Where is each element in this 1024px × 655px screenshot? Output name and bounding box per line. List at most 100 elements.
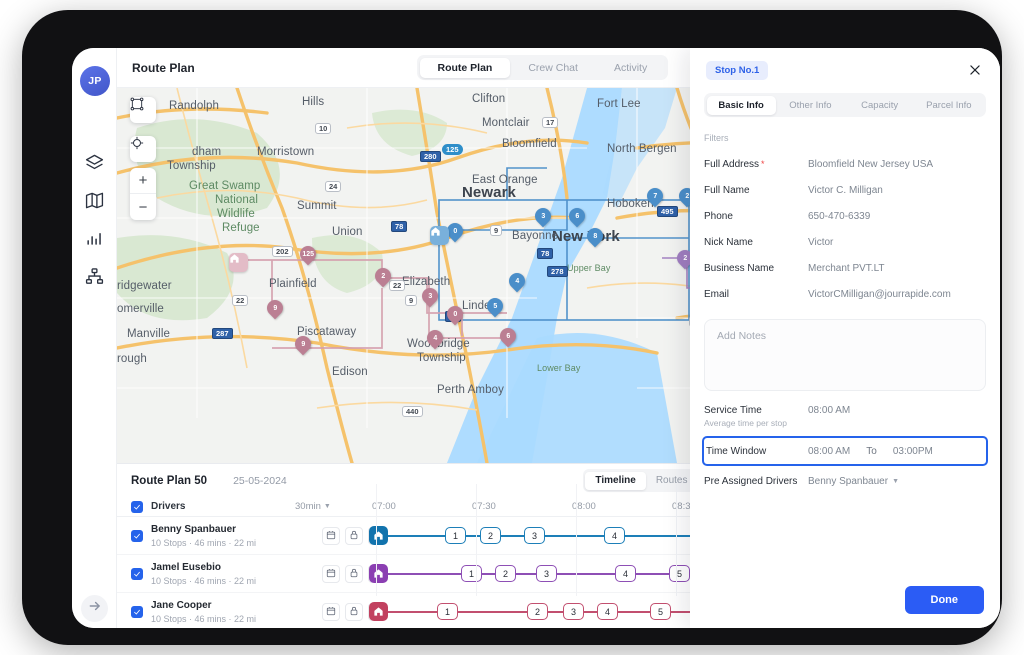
calendar-button[interactable] — [322, 603, 340, 621]
field-row: Full Address*Bloomfield New Jersey USA — [704, 151, 986, 177]
stop-fields: Full Address*Bloomfield New Jersey USAFu… — [704, 151, 986, 307]
select-all-drivers-checkbox[interactable] — [131, 501, 143, 513]
avatar[interactable]: JP — [80, 66, 110, 96]
sidebar-item-analytics[interactable] — [83, 229, 106, 252]
field-value[interactable]: Victor C. Milligan — [808, 185, 883, 196]
route-stop-badge[interactable]: 4 — [604, 527, 625, 544]
field-label-text: Nick Name — [704, 237, 753, 248]
polygon-select-button[interactable] — [130, 97, 156, 123]
home-icon — [373, 530, 384, 541]
service-time-row: Service Time Average time per stop 08:00… — [704, 405, 986, 428]
calendar-button[interactable] — [322, 527, 340, 545]
pre-assigned-drivers-select[interactable]: Benny Spanbauer ▼ — [808, 476, 899, 487]
route-stop-badge[interactable]: 4 — [597, 603, 618, 620]
route-stop-badge[interactable]: 5 — [650, 603, 671, 620]
notes-input[interactable]: Add Notes — [704, 319, 986, 391]
map-stop-pin-number: 2 — [683, 255, 687, 262]
tab-basic-info[interactable]: Basic Info — [707, 96, 776, 115]
field-value[interactable]: 650-470-6339 — [808, 211, 870, 222]
field-value[interactable]: Bloomfield New Jersey USA — [808, 159, 933, 170]
map-stop-pin-number: 3 — [541, 213, 545, 220]
driver-meta: 10 Stops · 46 mins · 22 mi — [151, 614, 256, 624]
locate-button[interactable] — [130, 136, 156, 162]
highway-shield: 10 — [315, 123, 331, 134]
route-home-marker[interactable] — [369, 564, 388, 583]
lock-button[interactable] — [345, 603, 363, 621]
field-label: Nick Name — [704, 237, 808, 248]
arrow-right-icon — [88, 599, 102, 618]
highway-shield: 440 — [402, 406, 423, 417]
pre-assigned-drivers-value: Benny Spanbauer — [808, 476, 888, 487]
field-label-text: Business Name — [704, 263, 774, 274]
field-value[interactable]: Merchant PVT.LT — [808, 263, 885, 274]
highway-shield: 202 — [272, 246, 293, 257]
map-home-marker-crimson[interactable] — [229, 253, 248, 272]
done-button[interactable]: Done — [905, 586, 985, 614]
highway-shield: 22 — [232, 295, 248, 306]
driver-checkbox[interactable] — [131, 568, 143, 580]
home-icon — [373, 606, 384, 617]
highway-shield: 9 — [405, 295, 417, 306]
route-stop-badge[interactable]: 2 — [527, 603, 548, 620]
layers-icon — [85, 153, 104, 177]
route-stop-badge[interactable]: 2 — [480, 527, 501, 544]
tab-crew-chat[interactable]: Crew Chat — [510, 58, 596, 78]
route-stop-badge[interactable]: 4 — [615, 565, 636, 582]
detail-panel-tabs: Basic InfoOther InfoCapacityParcel Info — [704, 93, 986, 117]
interval-select[interactable]: 30min ▼ — [295, 501, 331, 512]
field-value[interactable]: Victor — [808, 237, 833, 248]
zoom-controls: + − — [130, 168, 156, 220]
sidebar-item-layers[interactable] — [83, 153, 106, 176]
tab-activity[interactable]: Activity — [596, 58, 665, 78]
field-label: Full Address* — [704, 159, 808, 170]
close-button[interactable] — [968, 63, 984, 79]
route-stop-badge[interactable]: 1 — [437, 603, 458, 620]
time-window-row[interactable]: Time Window 08:00 AM To 03:00PM — [702, 436, 988, 466]
tab-parcel-info[interactable]: Parcel Info — [914, 96, 983, 115]
top-tabs: Route PlanCrew ChatActivity — [417, 55, 668, 80]
detail-panel-footer: Done — [690, 572, 1000, 628]
driver-checkbox[interactable] — [131, 606, 143, 618]
time-window-to[interactable]: 03:00PM — [893, 446, 933, 457]
map-stop-pin-number: 2 — [381, 273, 385, 280]
route-stop-badge[interactable]: 3 — [536, 565, 557, 582]
highway-shield: 280 — [420, 151, 441, 162]
sidebar-item-hierarchy[interactable] — [83, 267, 106, 290]
field-label-text: Email — [704, 289, 729, 300]
timeline-toggle-timeline[interactable]: Timeline — [585, 472, 645, 490]
calendar-button[interactable] — [322, 565, 340, 583]
route-home-marker[interactable] — [369, 602, 388, 621]
time-window-from[interactable]: 08:00 AM — [808, 446, 850, 457]
route-stop-badge[interactable]: 1 — [461, 565, 482, 582]
sidebar-item-map[interactable] — [83, 191, 106, 214]
zoom-out-button[interactable]: − — [130, 194, 156, 220]
map-home-marker-blue[interactable] — [430, 226, 449, 245]
close-icon — [968, 64, 982, 81]
lock-icon — [349, 603, 359, 621]
calendar-icon — [326, 603, 336, 621]
tab-capacity[interactable]: Capacity — [845, 96, 914, 115]
route-stop-badge[interactable]: 1 — [445, 527, 466, 544]
tab-route-plan[interactable]: Route Plan — [420, 58, 511, 78]
timeline-view-toggle: TimelineRoutes — [583, 469, 700, 492]
route-stop-badge[interactable]: 5 — [669, 565, 690, 582]
highway-shield: 125 — [442, 144, 463, 155]
service-time-value[interactable]: 08:00 AM — [808, 405, 850, 416]
lock-button[interactable] — [345, 565, 363, 583]
driver-checkbox[interactable] — [131, 530, 143, 542]
route-home-marker[interactable] — [369, 526, 388, 545]
map-icon — [85, 191, 104, 215]
zoom-in-button[interactable]: + — [130, 168, 156, 194]
map-stop-pin-number: 6 — [506, 333, 510, 340]
lock-button[interactable] — [345, 527, 363, 545]
field-value[interactable]: VictorCMilligan@jourrapide.com — [808, 289, 951, 300]
driver-meta: 10 Stops · 46 mins · 22 mi — [151, 538, 256, 548]
route-stop-badge[interactable]: 3 — [563, 603, 584, 620]
route-stop-badge[interactable]: 2 — [495, 565, 516, 582]
time-window-to-label: To — [866, 446, 877, 457]
sidebar-expand-button[interactable] — [81, 595, 108, 622]
route-stop-badge[interactable]: 3 — [524, 527, 545, 544]
detail-panel-body: Filters Full Address*Bloomfield New Jers… — [690, 117, 1000, 572]
map-stop-pin-number: 0 — [453, 228, 457, 235]
tab-other-info[interactable]: Other Info — [776, 96, 845, 115]
